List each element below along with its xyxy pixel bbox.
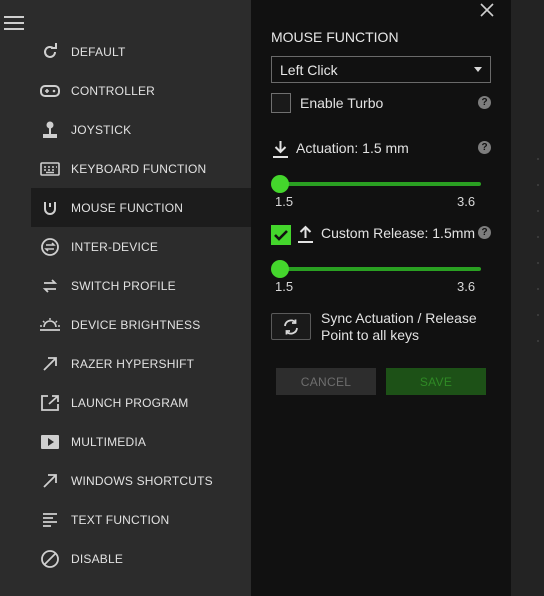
sidebar-item-razer-hypershift[interactable]: RAZER HYPERSHIFT <box>31 344 251 383</box>
actuation-min-label: 1.5 <box>275 194 294 209</box>
switch-arrows-icon <box>39 275 61 297</box>
help-icon[interactable]: ? <box>478 226 491 239</box>
panel-heading: MOUSE FUNCTION <box>271 29 399 45</box>
sidebar-item-label: KEYBOARD FUNCTION <box>71 161 207 176</box>
keyboard-icon <box>39 158 61 180</box>
enable-turbo-checkbox[interactable] <box>271 93 291 113</box>
play-icon <box>39 431 61 453</box>
release-slider-thumb[interactable] <box>271 260 289 278</box>
sidebar-item-label: INTER-DEVICE <box>71 239 159 254</box>
joystick-icon <box>39 119 61 141</box>
sync-button[interactable] <box>271 313 311 340</box>
close-icon[interactable] <box>478 1 496 19</box>
actuation-max-label: 3.6 <box>457 194 476 209</box>
sidebar-item-text-function[interactable]: TEXT FUNCTION <box>31 500 251 539</box>
sidebar-item-label: JOYSTICK <box>71 122 132 137</box>
sync-description: Sync Actuation / Release Point to all ke… <box>321 310 477 343</box>
sidebar-item-label: WINDOWS SHORTCUTS <box>71 473 213 488</box>
cancel-button[interactable]: CANCEL <box>276 368 376 395</box>
sidebar-item-keyboard-function[interactable]: KEYBOARD FUNCTION <box>31 149 251 188</box>
diagonal-arrow-icon <box>39 470 61 492</box>
actuation-label: Actuation: 1.5 mm <box>296 140 409 156</box>
custom-release-label: Custom Release: 1.5mm <box>321 225 476 241</box>
settings-panel <box>251 0 511 596</box>
sidebar-item-label: DEVICE BRIGHTNESS <box>71 317 201 332</box>
sidebar-item-mouse-function[interactable]: MOUSE FUNCTION <box>31 188 251 227</box>
upload-arrow-icon <box>297 225 314 249</box>
select-value: Left Click <box>280 61 338 78</box>
actuation-slider-track[interactable] <box>280 182 481 186</box>
sidebar-item-label: LAUNCH PROGRAM <box>71 395 189 410</box>
sidebar-item-windows-shortcuts[interactable]: WINDOWS SHORTCUTS <box>31 461 251 500</box>
release-max-label: 3.6 <box>457 279 476 294</box>
download-arrow-icon <box>272 140 289 164</box>
save-button[interactable]: SAVE <box>386 368 486 395</box>
actuation-slider-thumb[interactable] <box>271 175 289 193</box>
sidebar-item-label: CONTROLLER <box>71 83 156 98</box>
disable-icon <box>39 548 61 570</box>
sidebar-item-label: MULTIMEDIA <box>71 434 147 449</box>
help-icon[interactable]: ? <box>478 141 491 154</box>
sidebar-item-default[interactable]: DEFAULT <box>31 32 251 71</box>
checkmark-icon <box>274 230 288 241</box>
help-icon[interactable]: ? <box>478 96 491 109</box>
release-slider-track[interactable] <box>280 267 481 271</box>
sidebar-item-device-brightness[interactable]: DEVICE BRIGHTNESS <box>31 305 251 344</box>
mouse-function-select[interactable]: Left Click <box>271 56 491 83</box>
launch-icon <box>39 392 61 414</box>
sidebar-item-label: TEXT FUNCTION <box>71 512 170 527</box>
sidebar-item-label: RAZER HYPERSHIFT <box>71 356 195 371</box>
sidebar-item-disable[interactable]: DISABLE <box>31 539 251 578</box>
custom-release-checkbox[interactable] <box>271 225 291 245</box>
brightness-icon <box>39 314 61 336</box>
sidebar-item-controller[interactable]: CONTROLLER <box>31 71 251 110</box>
sidebar-item-label: DEFAULT <box>71 44 126 59</box>
chevron-down-icon <box>474 67 482 72</box>
sidebar-item-label: DISABLE <box>71 551 124 566</box>
gamepad-icon <box>39 80 61 102</box>
sidebar-item-joystick[interactable]: JOYSTICK <box>31 110 251 149</box>
sidebar-item-inter-device[interactable]: INTER-DEVICE <box>31 227 251 266</box>
diagonal-arrow-icon <box>39 353 61 375</box>
text-lines-icon <box>39 509 61 531</box>
refresh-icon <box>39 41 61 63</box>
inter-device-icon <box>39 236 61 258</box>
enable-turbo-label: Enable Turbo <box>300 95 384 111</box>
sync-icon <box>284 319 298 334</box>
sidebar-item-label: MOUSE FUNCTION <box>71 200 184 215</box>
sidebar-item-multimedia[interactable]: MULTIMEDIA <box>31 422 251 461</box>
mouse-icon <box>39 197 61 219</box>
hamburger-menu-icon[interactable] <box>4 14 24 32</box>
release-min-label: 1.5 <box>275 279 294 294</box>
sidebar-item-launch-program[interactable]: LAUNCH PROGRAM <box>31 383 251 422</box>
sidebar: DEFAULT CONTROLLER JOYSTICK KEYBOARD FUN… <box>0 0 251 596</box>
sidebar-item-switch-profile[interactable]: SWITCH PROFILE <box>31 266 251 305</box>
sidebar-item-label: SWITCH PROFILE <box>71 278 176 293</box>
right-background-strip <box>511 0 544 596</box>
